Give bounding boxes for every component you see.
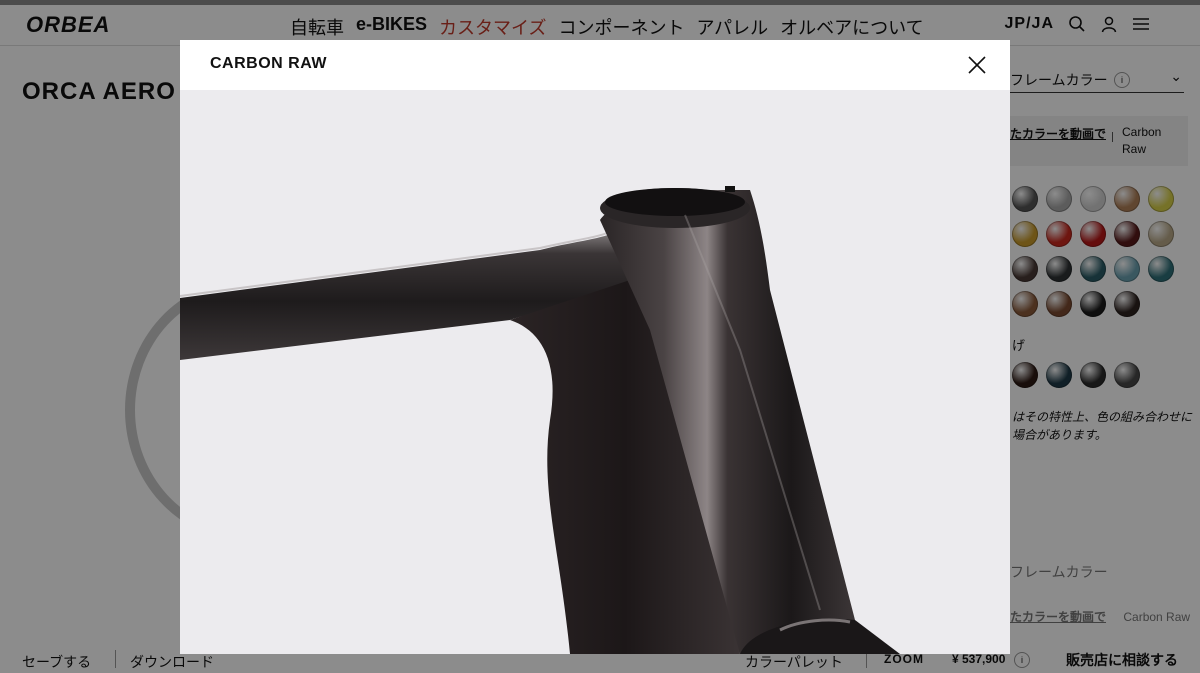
frame-closeup-image <box>180 90 1010 654</box>
modal-header: CARBON RAW <box>180 40 1010 90</box>
close-icon[interactable] <box>966 54 988 76</box>
color-preview-modal: CARBON RAW <box>180 40 1010 654</box>
frame-closeup-illustration <box>180 186 900 654</box>
modal-title: CARBON RAW <box>210 55 327 72</box>
